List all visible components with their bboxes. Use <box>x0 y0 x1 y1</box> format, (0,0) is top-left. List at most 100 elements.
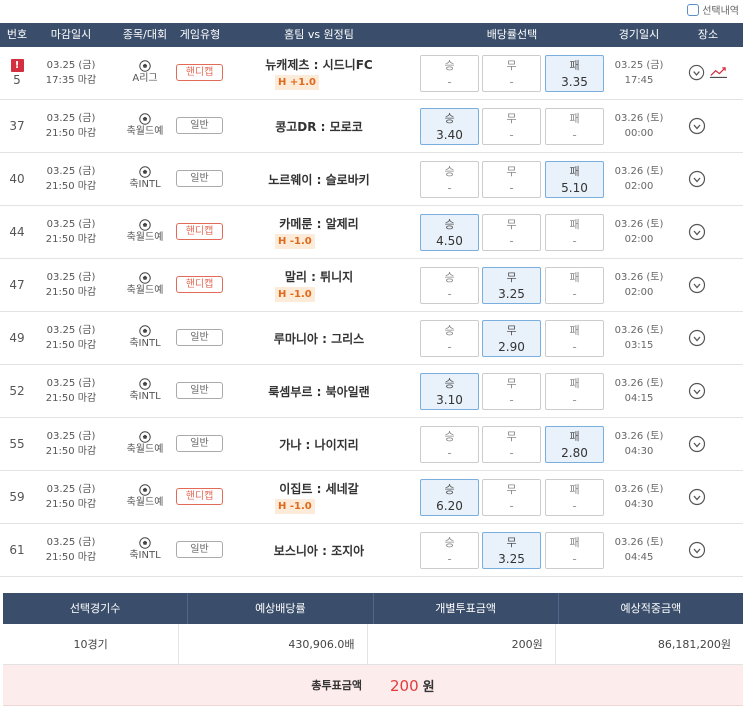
odds-win-button[interactable]: 승 3.40 <box>420 108 479 145</box>
odds-win-button[interactable]: 승- <box>420 55 479 92</box>
place-cell <box>688 273 728 297</box>
header-place: 장소 <box>697 28 719 41</box>
match-time: 04:45 <box>624 552 654 563</box>
teams-cell: 루마니아 : 그리스 <box>224 312 414 364</box>
soccer-ball-icon <box>139 272 151 284</box>
odds-lose-button[interactable]: 패 3.35 <box>545 55 604 92</box>
odds-draw-button[interactable]: 무- <box>482 373 541 410</box>
match-time: 04:30 <box>624 499 654 510</box>
league-name: 축월드예 <box>126 444 164 455</box>
league-name: 축월드예 <box>126 285 164 296</box>
deadline-time: 21:50 마감 <box>45 499 97 510</box>
map-pin-icon[interactable] <box>688 276 706 294</box>
odds-lose-button[interactable]: 패 2.80 <box>545 426 604 463</box>
select-history-checkbox[interactable] <box>687 3 700 16</box>
teams-label: 말리 : 튀니지 <box>284 270 354 284</box>
odds-lose-button[interactable]: 패- <box>545 479 604 516</box>
odds-label: 무 <box>506 112 517 125</box>
odds-value: - <box>447 181 452 195</box>
odds-draw-button[interactable]: 무- <box>482 479 541 516</box>
summary-bet: 200원 <box>368 624 556 664</box>
header-teams: 홈팀 vs 원정팀 <box>284 28 354 41</box>
teams-label: 루마니아 : 그리스 <box>273 331 365 346</box>
map-pin-icon[interactable] <box>688 223 706 241</box>
odds-value: - <box>447 552 452 566</box>
summary-expected: 86,181,200원 <box>657 638 731 651</box>
odds-value: - <box>572 393 577 407</box>
odds-value: 3.40 <box>436 128 463 142</box>
match-date: 03.26 (토) <box>614 537 664 548</box>
match-number: 59 <box>9 490 25 504</box>
odds-draw-button[interactable]: 무 2.90 <box>482 320 541 357</box>
summary-header: 선택경기수 예상배당률 개별투표금액 예상적중금액 <box>3 593 743 624</box>
trend-chart-icon[interactable] <box>709 66 728 80</box>
odds-lose-button[interactable]: 패- <box>545 320 604 357</box>
odds-lose-button[interactable]: 패- <box>545 532 604 569</box>
match-row: 52 03.25 (금) 21:50 마감 축INTL 일반 룩셈부르 : 북아일랜 승 3.… <box>0 365 743 418</box>
select-history-toggle[interactable]: 선택내역 <box>687 2 739 17</box>
summary-header-expected: 예상적중금액 <box>620 602 682 615</box>
map-pin-icon[interactable] <box>688 117 706 135</box>
odds-label: 패 <box>569 536 580 549</box>
game-type-badge: 핸디캡 <box>176 64 223 81</box>
odds-win-button[interactable]: 승 6.20 <box>420 479 479 516</box>
match-date: 03.26 (토) <box>614 378 664 389</box>
map-pin-icon[interactable] <box>688 170 706 188</box>
match-list: ! 5 03.25 (금) 17:35 마감 A리그 핸디캡 뉴캐제츠 : 시드니FC H +… <box>0 47 743 577</box>
odds-lose-button[interactable]: 패- <box>545 214 604 251</box>
odds-draw-button[interactable]: 무- <box>482 55 541 92</box>
summary-odds: 430,906.0배 <box>179 624 368 664</box>
match-time: 04:15 <box>624 393 654 404</box>
match-row: ! 5 03.25 (금) 17:35 마감 A리그 핸디캡 뉴캐제츠 : 시드니FC H +… <box>0 47 743 100</box>
odds-value: - <box>509 393 514 407</box>
odds-lose-button[interactable]: 패 5.10 <box>545 161 604 198</box>
odds-win-button[interactable]: 승- <box>420 426 479 463</box>
odds-draw-button[interactable]: 무 3.25 <box>482 267 541 304</box>
deadline-time: 21:50 마감 <box>45 340 97 351</box>
total-bet-label: 총투표금액 <box>311 679 362 692</box>
odds-draw-button[interactable]: 무- <box>482 108 541 145</box>
league-cell: 축월드예 <box>110 206 180 258</box>
odds-lose-button[interactable]: 패- <box>545 108 604 145</box>
map-pin-icon[interactable] <box>688 382 706 400</box>
odds-lose-button[interactable]: 패- <box>545 267 604 304</box>
deadline-date: 03.25 (금) <box>46 113 96 124</box>
odds-win-button[interactable]: 승 3.10 <box>420 373 479 410</box>
match-number: 61 <box>9 543 25 557</box>
teams-cell: 카메룬 : 알제리 H -1.0 <box>224 206 414 258</box>
map-pin-icon[interactable] <box>688 541 706 559</box>
odds-value: - <box>509 75 514 89</box>
odds-draw-button[interactable]: 무- <box>482 426 541 463</box>
map-pin-icon[interactable] <box>688 64 705 82</box>
odds-win-button[interactable]: 승- <box>420 532 479 569</box>
odds-label: 패 <box>569 377 580 390</box>
place-cell <box>688 379 728 403</box>
match-number-cell: 52 <box>0 365 34 417</box>
teams-cell: 룩셈부르 : 북아일랜 <box>224 365 414 417</box>
odds-value: - <box>572 552 577 566</box>
game-type-badge: 일반 <box>176 382 223 399</box>
odds-value: - <box>509 234 514 248</box>
odds-win-button[interactable]: 승 4.50 <box>420 214 479 251</box>
odds-draw-button[interactable]: 무 3.25 <box>482 532 541 569</box>
map-pin-icon[interactable] <box>688 329 706 347</box>
odds-win-button[interactable]: 승- <box>420 267 479 304</box>
map-pin-icon[interactable] <box>688 488 706 506</box>
match-time: 02:00 <box>624 181 654 192</box>
odds-draw-button[interactable]: 무- <box>482 214 541 251</box>
deadline-time: 21:50 마감 <box>45 181 97 192</box>
header-match-date: 경기일시 <box>618 28 660 41</box>
deadline-date: 03.25 (금) <box>46 60 96 71</box>
odds-lose-button[interactable]: 패- <box>545 373 604 410</box>
league-name: A리그 <box>132 73 158 84</box>
match-date-cell: 03.26 (토) 03:15 <box>606 312 672 364</box>
odds-draw-button[interactable]: 무- <box>482 161 541 198</box>
odds-label: 승 <box>444 112 455 125</box>
match-time: 00:00 <box>624 128 654 139</box>
odds-label: 승 <box>444 536 455 549</box>
odds-label: 무 <box>506 165 517 178</box>
teams-label: 가나 : 나이지리 <box>279 437 359 452</box>
odds-win-button[interactable]: 승- <box>420 161 479 198</box>
map-pin-icon[interactable] <box>688 435 706 453</box>
odds-win-button[interactable]: 승- <box>420 320 479 357</box>
